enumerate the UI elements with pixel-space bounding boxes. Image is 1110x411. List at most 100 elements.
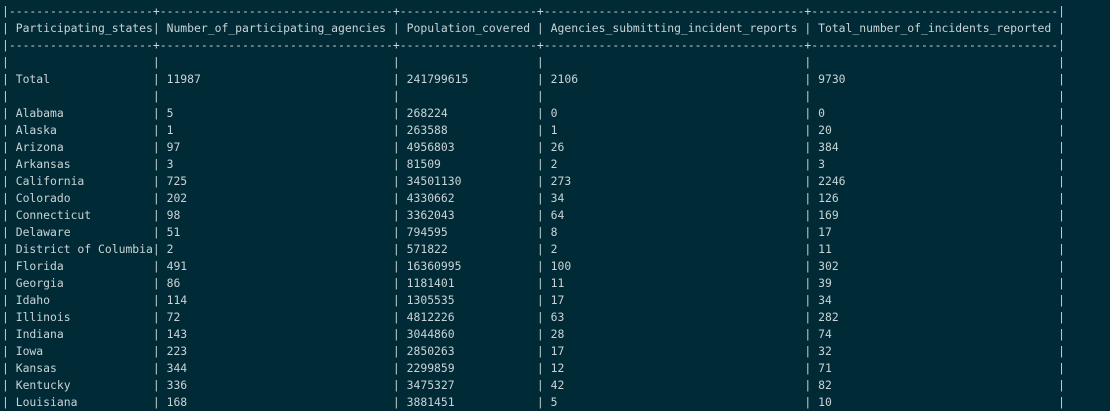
table-cell: 2 bbox=[543, 157, 805, 171]
table-cell bbox=[544, 89, 805, 103]
table-cell: 0 bbox=[543, 106, 805, 120]
table-cell: Agencies_submitting_incident_reports bbox=[543, 21, 805, 35]
table-cell: 9730 bbox=[811, 72, 1059, 86]
table-cell: Indiana bbox=[8, 327, 153, 341]
table-cell: 82 bbox=[811, 378, 1059, 392]
table-cell: Connecticut bbox=[8, 208, 153, 222]
table-cell: 336 bbox=[159, 378, 393, 392]
table-cell bbox=[160, 55, 393, 69]
table-cell: 11987 bbox=[159, 72, 393, 86]
table-cell bbox=[9, 89, 153, 103]
table-cell: 3362043 bbox=[399, 208, 537, 222]
table-cell: Idaho bbox=[8, 293, 153, 307]
table-cell bbox=[811, 55, 1058, 69]
table-cell: 263588 bbox=[399, 123, 537, 137]
table-cell: 3475327 bbox=[399, 378, 537, 392]
table-cell: California bbox=[8, 174, 153, 188]
table-cell: 1 bbox=[159, 123, 393, 137]
table-cell bbox=[811, 89, 1058, 103]
table-cell bbox=[400, 55, 537, 69]
table-cell: 26 bbox=[543, 140, 805, 154]
table-cell: 1305535 bbox=[399, 293, 537, 307]
table-cell: 302 bbox=[811, 259, 1059, 273]
table-cell: Georgia bbox=[8, 276, 153, 290]
table-row: | District of Columbia| 2 | 571822 | 2 |… bbox=[2, 242, 1065, 256]
table-row: | Alabama | 5 | 268224 | 0 | 0 | bbox=[2, 106, 1065, 120]
table-row: | Arizona | 97 | 4956803 | 26 | 384 | bbox=[2, 140, 1065, 154]
table-cell: 143 bbox=[159, 327, 393, 341]
table-cell: 86 bbox=[159, 276, 393, 290]
table-cell: 202 bbox=[159, 191, 393, 205]
table-cell: 63 bbox=[543, 310, 805, 324]
table-cell: 81509 bbox=[399, 157, 537, 171]
table-cell: 74 bbox=[811, 327, 1059, 341]
table-cell: 3 bbox=[159, 157, 393, 171]
table-cell: 17 bbox=[543, 293, 805, 307]
table-row: | Alaska | 1 | 263588 | 1 | 20 | bbox=[2, 123, 1065, 137]
table-total-row: | Total | 11987 | 241799615 | 2106 | 973… bbox=[2, 72, 1065, 86]
table-cell: 2299859 bbox=[399, 361, 537, 375]
table-cell: 126 bbox=[811, 191, 1059, 205]
table-cell: 17 bbox=[811, 225, 1059, 239]
table-cell: 51 bbox=[159, 225, 393, 239]
table-row: | Kentucky | 336 | 3475327 | 42 | 82 | bbox=[2, 378, 1065, 392]
table-cell: Florida bbox=[8, 259, 153, 273]
table-cell: 72 bbox=[159, 310, 393, 324]
table-border: |---------------------+-----------------… bbox=[2, 38, 1065, 52]
table-cell: 3881451 bbox=[399, 395, 537, 409]
table-cell: 64 bbox=[543, 208, 805, 222]
table-cell: Illinois bbox=[8, 310, 153, 324]
table-cell: 3 bbox=[811, 157, 1059, 171]
table-row: | Louisiana | 168 | 3881451 | 5 | 10 | bbox=[2, 395, 1065, 409]
table-cell: 1181401 bbox=[399, 276, 537, 290]
table-cell: 28 bbox=[543, 327, 805, 341]
table-cell: 5 bbox=[543, 395, 805, 409]
table-cell: Louisiana bbox=[8, 395, 153, 409]
table-row: | Idaho | 114 | 1305535 | 17 | 34 | bbox=[2, 293, 1065, 307]
table-cell: 4812226 bbox=[399, 310, 537, 324]
table-cell: 241799615 bbox=[399, 72, 537, 86]
table-cell: Kentucky bbox=[8, 378, 153, 392]
table-cell: 268224 bbox=[399, 106, 537, 120]
table-cell: 11 bbox=[811, 242, 1059, 256]
table-cell: 794595 bbox=[399, 225, 537, 239]
table-row: | Connecticut | 98 | 3362043 | 64 | 169 … bbox=[2, 208, 1065, 222]
table-cell: Alaska bbox=[8, 123, 153, 137]
table-row: | Florida | 491 | 16360995 | 100 | 302 | bbox=[2, 259, 1065, 273]
table-cell: 273 bbox=[543, 174, 805, 188]
table-cell bbox=[400, 89, 537, 103]
table-row: | Delaware | 51 | 794595 | 8 | 17 | bbox=[2, 225, 1065, 239]
table-cell: 98 bbox=[159, 208, 393, 222]
table-row: | Georgia | 86 | 1181401 | 11 | 39 | bbox=[2, 276, 1065, 290]
table-row: | California | 725 | 34501130 | 273 | 22… bbox=[2, 174, 1065, 188]
table-row: | Kansas | 344 | 2299859 | 12 | 71 | bbox=[2, 361, 1065, 375]
table-row: | Arkansas | 3 | 81509 | 2 | 3 | bbox=[2, 157, 1065, 171]
table-cell: 11 bbox=[543, 276, 805, 290]
table-cell bbox=[544, 55, 805, 69]
table-cell: 725 bbox=[159, 174, 393, 188]
table-cell: 42 bbox=[543, 378, 805, 392]
table-cell: 2850263 bbox=[399, 344, 537, 358]
table-spacer-row: | | | | | | bbox=[2, 89, 1065, 103]
table-cell: 491 bbox=[159, 259, 393, 273]
table-cell: 10 bbox=[811, 395, 1059, 409]
table-cell: 34 bbox=[811, 293, 1059, 307]
table-cell: 97 bbox=[159, 140, 393, 154]
table-cell: 4330662 bbox=[399, 191, 537, 205]
table-cell: Kansas bbox=[8, 361, 153, 375]
table-cell: District of Columbia bbox=[8, 242, 153, 256]
table-cell: 5 bbox=[159, 106, 393, 120]
table-cell: 2246 bbox=[811, 174, 1059, 188]
table-cell bbox=[9, 55, 153, 69]
table-cell: 2 bbox=[159, 242, 393, 256]
table-row: | Colorado | 202 | 4330662 | 34 | 126 | bbox=[2, 191, 1065, 205]
table-cell: 2106 bbox=[543, 72, 805, 86]
table-cell: 100 bbox=[543, 259, 805, 273]
table-cell: Participating_states bbox=[8, 21, 153, 35]
terminal-window[interactable]: |---------------------+-----------------… bbox=[0, 0, 1110, 409]
table-cell: 3044860 bbox=[399, 327, 537, 341]
table-cell: 39 bbox=[811, 276, 1059, 290]
table-cell: Colorado bbox=[8, 191, 153, 205]
table-cell: Arizona bbox=[8, 140, 153, 154]
table-row: | Illinois | 72 | 4812226 | 63 | 282 | bbox=[2, 310, 1065, 324]
